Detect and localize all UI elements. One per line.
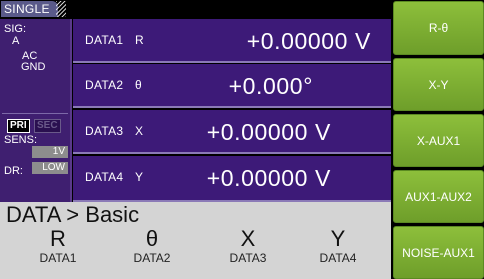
data-row-label: DATA1	[85, 33, 124, 47]
status-panel: SIG: A AC GND PRI SEC SENS: 1V DR: LOW	[0, 19, 72, 202]
bottom-column-symbol: R	[50, 226, 66, 251]
aux1-aux2-button[interactable]: AUX1-AUX2	[393, 170, 484, 223]
data-row-label: DATA3	[85, 124, 124, 138]
tab-hatch-decoration	[56, 1, 66, 17]
pri-badge: PRI	[7, 119, 30, 133]
data-row-symbol: θ	[135, 78, 142, 92]
data-row-value: +0.000°	[228, 73, 313, 99]
bottom-info-panel: DATA > Basic R DATA1 θ DATA2 X DATA3 Y D…	[0, 202, 391, 279]
mode-tab-single[interactable]: SINGLE	[1, 1, 58, 17]
bottom-column-1: R DATA1	[18, 226, 98, 265]
breadcrumb: DATA > Basic	[6, 202, 140, 227]
r-theta-button[interactable]: R-θ	[393, 1, 484, 55]
data-row-3: DATA3 X +0.00000 V	[73, 110, 391, 154]
data-row-symbol: X	[135, 124, 144, 138]
data-row-label: DATA4	[85, 170, 124, 184]
bottom-column-label: DATA3	[229, 251, 267, 265]
bottom-column-3: X DATA3	[208, 226, 288, 265]
data-row-value: +0.00000 V	[206, 119, 331, 145]
sens-label: SENS:	[4, 134, 38, 146]
bottom-column-label: DATA4	[319, 251, 357, 265]
x-aux1-button[interactable]: X-AUX1	[393, 114, 484, 167]
bottom-column-4: Y DATA4	[298, 226, 378, 265]
ground-value: GND	[21, 61, 46, 73]
sig-label: SIG:	[4, 23, 27, 35]
data-row-value: +0.00000 V	[206, 165, 331, 191]
data-row-symbol: Y	[135, 170, 144, 184]
bottom-column-symbol: Y	[330, 226, 346, 251]
data-row-2: DATA2 θ +0.000°	[73, 64, 391, 108]
data-row-label: DATA2	[85, 78, 124, 92]
data-row-symbol: R	[135, 33, 144, 47]
sens-value: 1V	[32, 146, 68, 158]
status-divider	[2, 113, 68, 114]
dr-label: DR:	[4, 165, 23, 177]
lock-in-amplifier-screen: SINGLE SIG: A AC GND PRI SEC SENS: 1V DR…	[0, 0, 484, 279]
data-row-value: +0.00000 V	[246, 28, 371, 54]
data-row-1: DATA1 R +0.00000 V	[73, 19, 391, 63]
bottom-column-label: DATA1	[39, 251, 77, 265]
bottom-column-2: θ DATA2	[112, 226, 192, 265]
bottom-column-symbol: θ	[145, 226, 159, 251]
x-y-button[interactable]: X-Y	[393, 58, 484, 111]
noise-aux1-button[interactable]: NOISE-AUX1	[393, 226, 484, 279]
tab-strip: SINGLE	[0, 0, 391, 17]
data-row-4: DATA4 Y +0.00000 V	[73, 156, 391, 202]
bottom-column-symbol: X	[240, 226, 256, 251]
bottom-column-label: DATA2	[133, 251, 171, 265]
sig-value: A	[12, 35, 20, 47]
sec-badge: SEC	[34, 119, 61, 133]
dr-value: LOW	[32, 162, 68, 174]
